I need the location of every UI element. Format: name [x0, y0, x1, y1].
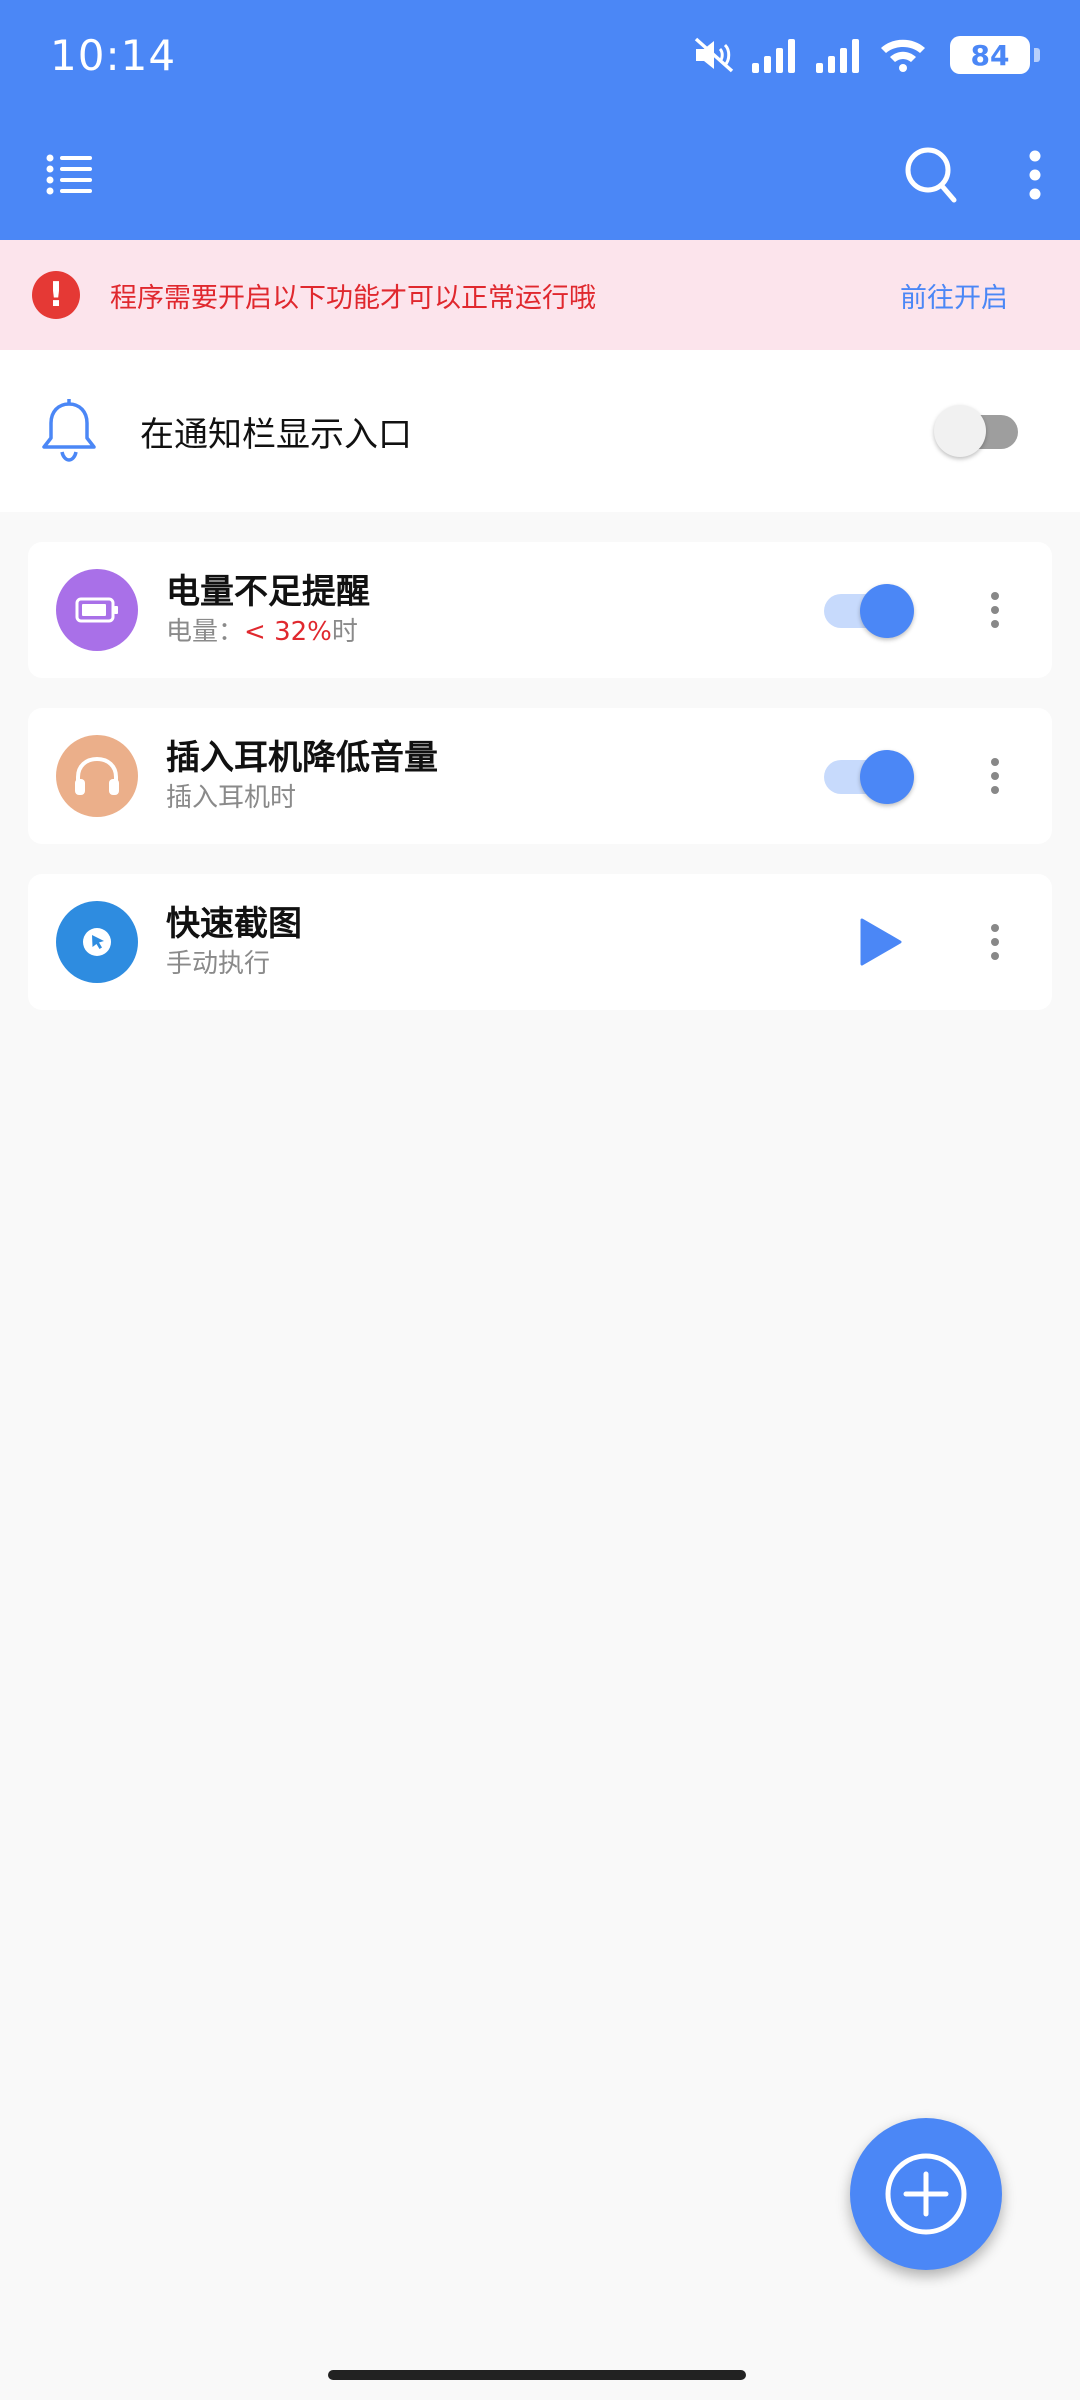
status-bar: 10:14 84 [0, 0, 1080, 110]
toggle-knob [934, 405, 986, 457]
task-controls [824, 584, 1024, 638]
task-subtitle: 电量：< 32%时 [166, 614, 370, 650]
signal-icon [752, 39, 795, 73]
task-toggle[interactable] [824, 584, 914, 638]
go-enable-link[interactable]: 前往开启 [900, 276, 1008, 315]
subtitle-prefix: 电量： [166, 617, 245, 647]
task-title: 电量不足提醒 [166, 572, 370, 612]
app-screen: 10:14 84 ! 程序需要开启以下功能才可以正常运行哦 前往开启 在通知栏显… [0, 0, 1080, 2400]
plus-circle-icon [885, 2153, 967, 2235]
add-task-button[interactable] [850, 2118, 1002, 2270]
battery-indicator: 84 [950, 36, 1040, 74]
task-toggle[interactable] [824, 750, 914, 804]
more-vertical-icon [991, 924, 999, 960]
toggle-knob [860, 750, 914, 804]
wifi-icon [881, 39, 925, 72]
subtitle-highlight: < 32% [244, 617, 332, 647]
task-controls [854, 917, 1024, 967]
task-subtitle: 插入耳机时 [166, 783, 297, 813]
signal-icon [816, 39, 859, 73]
notification-entry-label: 在通知栏显示入口 [140, 414, 412, 455]
permission-warning-banner: ! 程序需要开启以下功能才可以正常运行哦 前往开启 [0, 240, 1080, 350]
task-more-button[interactable] [990, 591, 1000, 629]
task-title: 快速截图 [166, 904, 302, 944]
gesture-bar[interactable] [328, 2370, 746, 2380]
headphones-icon [56, 735, 138, 817]
screenshot-icon [56, 901, 138, 983]
status-time: 10:14 [50, 30, 177, 80]
toolbar-actions [904, 146, 1042, 204]
task-card[interactable]: 电量不足提醒 电量：< 32%时 [28, 542, 1052, 678]
battery-icon [56, 569, 138, 651]
task-texts: 插入耳机降低音量 插入耳机时 [166, 736, 438, 816]
app-bar: 10:14 84 [0, 0, 1080, 240]
alert-icon: ! [32, 271, 80, 319]
task-card[interactable]: 快速截图 手动执行 [28, 874, 1052, 1010]
mute-icon [694, 37, 734, 73]
task-title: 插入耳机降低音量 [166, 738, 438, 778]
notification-entry-row[interactable]: 在通知栏显示入口 [0, 350, 1080, 512]
task-texts: 电量不足提醒 电量：< 32%时 [166, 570, 370, 650]
toggle-knob [860, 584, 914, 638]
more-vertical-icon [991, 758, 999, 794]
bell-icon [42, 399, 96, 462]
warning-text: 程序需要开启以下功能才可以正常运行哦 [110, 282, 596, 314]
task-subtitle: 手动执行 [166, 949, 271, 979]
task-more-button[interactable] [990, 757, 1000, 795]
play-icon[interactable] [854, 917, 904, 967]
status-icons: 84 [692, 35, 1040, 75]
notification-entry-toggle[interactable] [934, 405, 1020, 457]
task-texts: 快速截图 手动执行 [166, 902, 302, 982]
task-more-button[interactable] [990, 923, 1000, 961]
search-icon[interactable] [904, 146, 958, 204]
task-controls [824, 750, 1024, 804]
task-card[interactable]: 插入耳机降低音量 插入耳机时 [28, 708, 1052, 844]
more-vertical-icon[interactable] [1028, 150, 1042, 200]
list-icon[interactable] [46, 154, 92, 196]
toolbar [0, 110, 1080, 240]
more-vertical-icon [991, 592, 999, 628]
subtitle-suffix: 时 [331, 617, 358, 647]
